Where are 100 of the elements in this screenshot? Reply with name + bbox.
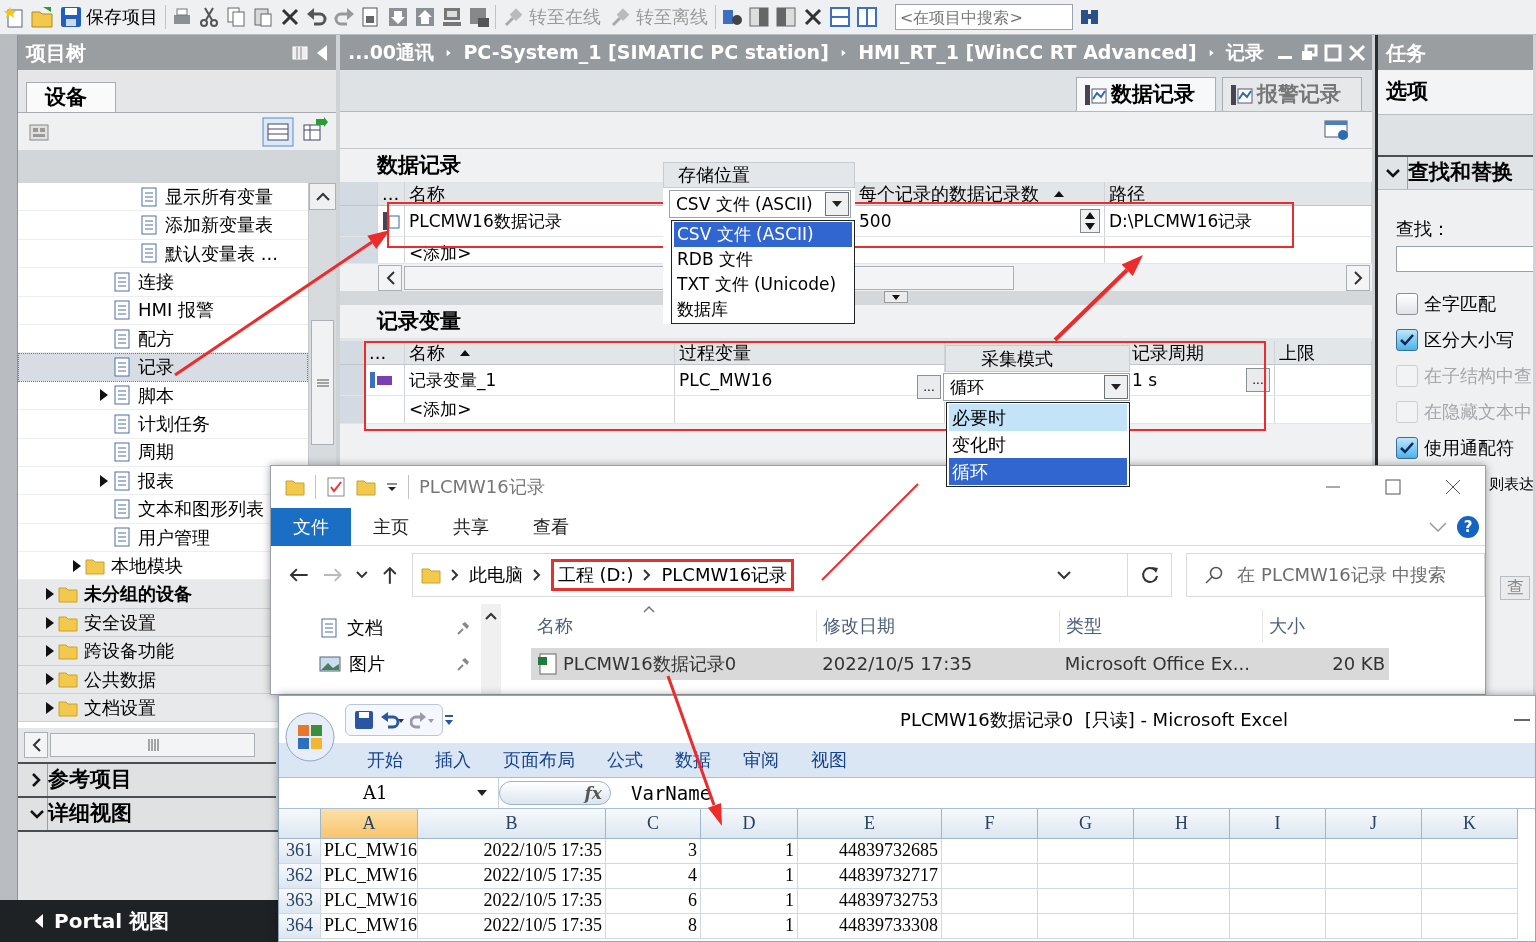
tree-item[interactable]: HMI 报警 xyxy=(96,296,215,324)
panel-header[interactable]: 详细视图 xyxy=(18,796,276,830)
ribbon-tab[interactable]: 插入 xyxy=(419,749,487,771)
column-header[interactable]: D xyxy=(701,809,798,839)
ribbon-tab[interactable]: 主页 xyxy=(351,507,431,546)
column-header[interactable]: 大小 xyxy=(1269,615,1305,637)
column-header[interactable]: 记录周期 xyxy=(1132,341,1204,364)
column-header[interactable]: H xyxy=(1134,809,1230,839)
open-folder-icon[interactable] xyxy=(31,6,53,28)
tree-item[interactable]: 添加新变量表 xyxy=(123,211,273,239)
column-header[interactable]: 每个记录的数据记录数 xyxy=(859,182,1065,205)
scroll-right-button[interactable] xyxy=(1346,264,1370,291)
triangle-right-icon[interactable] xyxy=(45,700,55,715)
tree-item[interactable]: 脚本 xyxy=(96,381,174,410)
device-icon[interactable] xyxy=(441,6,463,28)
triangle-right-icon[interactable] xyxy=(45,587,55,602)
column-header[interactable]: 采集模式 xyxy=(945,345,1130,372)
search-field[interactable]: 在 PLCMW16记录 中搜索 xyxy=(1186,553,1485,597)
add-row-link[interactable]: <添加> xyxy=(409,399,472,420)
dropdown-option[interactable]: CSV 文件 (ASCII) xyxy=(674,222,852,247)
upload-icon[interactable] xyxy=(414,6,436,28)
checkbox[interactable] xyxy=(1396,328,1418,351)
triangle-left-icon[interactable] xyxy=(34,913,44,929)
ribbon-tab[interactable]: 查看 xyxy=(511,507,591,546)
column-header[interactable]: 路径 xyxy=(1109,182,1145,205)
table-arrow-icon[interactable] xyxy=(302,116,328,143)
pin-icon[interactable] xyxy=(455,620,471,636)
editor-tab[interactable]: 报警记录 xyxy=(1222,77,1362,111)
column-header[interactable]: 类型 xyxy=(1066,615,1102,637)
save-icon[interactable] xyxy=(354,709,374,730)
table-settings-icon[interactable] xyxy=(1324,118,1350,142)
dropdown-option[interactable]: 变化时 xyxy=(949,431,1127,458)
save-project-button[interactable]: 保存项目 xyxy=(58,2,160,32)
splitter-handle-icon[interactable] xyxy=(884,291,908,303)
close-icon[interactable] xyxy=(1445,479,1461,495)
column-header[interactable]: 修改日期 xyxy=(823,615,895,637)
triangle-right-icon[interactable] xyxy=(45,643,55,658)
ribbon-tab[interactable]: 文件 xyxy=(271,507,351,546)
column-header[interactable]: ... xyxy=(369,341,387,364)
row-header[interactable]: 363 xyxy=(279,889,321,914)
dropdown-option[interactable]: 必要时 xyxy=(949,404,1127,431)
column-header[interactable]: K xyxy=(1422,809,1518,839)
dropdown-option[interactable]: RDB 文件 xyxy=(674,247,852,272)
caret-down-icon[interactable] xyxy=(356,571,369,579)
checkbox[interactable] xyxy=(1396,436,1418,459)
search-field[interactable] xyxy=(1396,245,1533,272)
panel-header[interactable]: 参考项目 xyxy=(18,762,276,796)
spinner-icon[interactable] xyxy=(1080,209,1100,233)
copy-icon[interactable] xyxy=(225,6,247,28)
split-vertical-icon[interactable] xyxy=(856,6,878,28)
tree-item[interactable]: 配方 xyxy=(96,324,174,353)
ribbon-tab[interactable]: 审阅 xyxy=(727,749,795,771)
tree-item[interactable]: 用户管理 xyxy=(96,523,210,552)
customize-icon[interactable] xyxy=(443,712,455,727)
nav-item[interactable]: 图片 xyxy=(349,653,385,675)
browse-button[interactable]: ... xyxy=(1246,368,1270,392)
file-row[interactable]: PLCMW16数据记录0 2022/10/5 17:35 Microsoft Office Ex... 20 KB xyxy=(531,648,1389,680)
panel-header[interactable]: 查找和替换 xyxy=(1378,155,1533,190)
download-icon[interactable] xyxy=(387,6,409,28)
ribbon-tab[interactable]: 共享 xyxy=(431,507,511,546)
nav-item[interactable]: 文档 xyxy=(347,617,383,639)
refresh-button[interactable] xyxy=(1127,553,1173,597)
collapse-left-icon[interactable] xyxy=(316,43,328,62)
undo-icon[interactable] xyxy=(306,6,328,28)
tree-item[interactable]: 连接 xyxy=(96,268,174,296)
portal-view-link[interactable]: Portal 视图 xyxy=(54,909,170,933)
column-header[interactable]: 名称 xyxy=(409,182,445,205)
breadcrumb-item[interactable]: 工程 (D:) xyxy=(557,564,634,586)
editor-tab[interactable]: 数据记录 xyxy=(1076,77,1216,111)
column-header[interactable]: E xyxy=(798,809,942,839)
pin-icon[interactable] xyxy=(455,656,471,672)
tree-item[interactable]: 文本和图形列表 xyxy=(96,495,264,523)
ribbon-tab[interactable]: 页面布局 xyxy=(487,749,591,771)
tree-item[interactable]: 默认变量表 ... xyxy=(123,239,278,268)
chevron-up-icon[interactable] xyxy=(485,612,497,620)
column-header[interactable]: 名称 xyxy=(537,615,573,637)
undo-icon[interactable] xyxy=(380,710,404,729)
column-header[interactable]: 过程变量 xyxy=(679,341,751,364)
row-header[interactable]: 362 xyxy=(279,864,321,889)
address-bar[interactable]: 此电脑 工程 (D:) PLCMW16记录 xyxy=(411,553,1129,597)
close-all-icon[interactable] xyxy=(802,6,824,28)
ribbon-tab[interactable]: 公式 xyxy=(591,749,659,771)
scroll-left-button[interactable] xyxy=(24,732,48,758)
tree-item[interactable]: 周期 xyxy=(96,438,174,466)
devices-tab[interactable]: 设备 xyxy=(26,81,116,112)
scroll-up-button[interactable] xyxy=(309,183,336,210)
column-header[interactable]: 名称 xyxy=(409,341,471,364)
name-box[interactable]: A1 xyxy=(279,778,499,808)
help-button[interactable]: ? xyxy=(1457,515,1479,538)
panel-left-icon[interactable] xyxy=(775,6,797,28)
list-view-icon[interactable] xyxy=(262,116,294,147)
split-horizontal-icon[interactable] xyxy=(829,6,851,28)
column-header[interactable]: I xyxy=(1230,809,1326,839)
breadcrumb-item[interactable]: PLCMW16记录 xyxy=(661,564,788,586)
ribbon-tab[interactable]: 开始 xyxy=(351,749,419,771)
delete-icon[interactable] xyxy=(279,6,301,28)
mode-dropdown[interactable]: 循环 xyxy=(943,373,1130,401)
dropdown-option[interactable]: 循环 xyxy=(949,458,1127,485)
paste-icon[interactable] xyxy=(252,6,274,28)
panel-right-icon[interactable] xyxy=(748,6,770,28)
